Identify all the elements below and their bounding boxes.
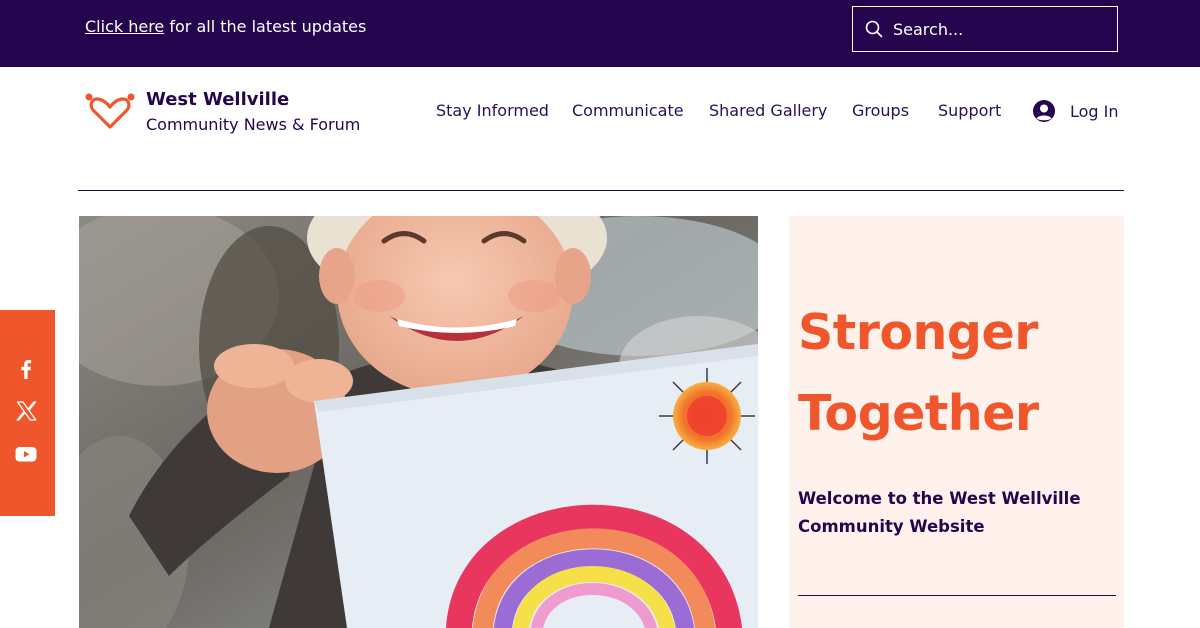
user-avatar-icon [1033, 100, 1055, 122]
hero-panel: Stronger Together Welcome to the West We… [789, 216, 1124, 628]
x-icon[interactable] [14, 399, 38, 423]
site-title[interactable]: West Wellville [146, 89, 289, 110]
hero-photo-child-with-rainbow-drawing [79, 216, 758, 628]
heart-logo-icon[interactable] [84, 90, 136, 132]
panel-divider [798, 595, 1116, 596]
click-here-link[interactable]: Click here [85, 17, 164, 36]
search-input[interactable] [893, 19, 1103, 39]
nav-item-shared-gallery[interactable]: Shared Gallery [709, 101, 827, 120]
login-button[interactable]: Log In [1032, 97, 1119, 125]
hero-heading: Stronger Together [798, 292, 1118, 454]
top-banner: Click here for all the latest updates [0, 0, 1200, 67]
site-subtitle: Community News & Forum [146, 115, 361, 134]
announcement-message: for all the latest updates [164, 17, 367, 36]
hero-heading-line-2: Together [798, 385, 1039, 442]
nav-item-stay-informed[interactable]: Stay Informed [436, 101, 549, 120]
nav-item-groups[interactable]: Groups [852, 101, 909, 120]
header-divider [78, 190, 1124, 191]
hero-heading-line-1: Stronger [798, 304, 1038, 361]
youtube-icon[interactable] [14, 442, 38, 466]
nav-item-communicate[interactable]: Communicate [572, 101, 684, 120]
nav-item-support[interactable]: Support [938, 101, 1001, 120]
login-label: Log In [1070, 101, 1119, 121]
search-icon [865, 20, 883, 38]
announcement-text: Click here for all the latest updates [85, 17, 366, 36]
facebook-icon[interactable] [14, 357, 38, 381]
social-bar [0, 310, 55, 516]
search-box[interactable] [852, 6, 1118, 52]
hero-subheading: Welcome to the West Wellville Community … [798, 489, 1081, 536]
